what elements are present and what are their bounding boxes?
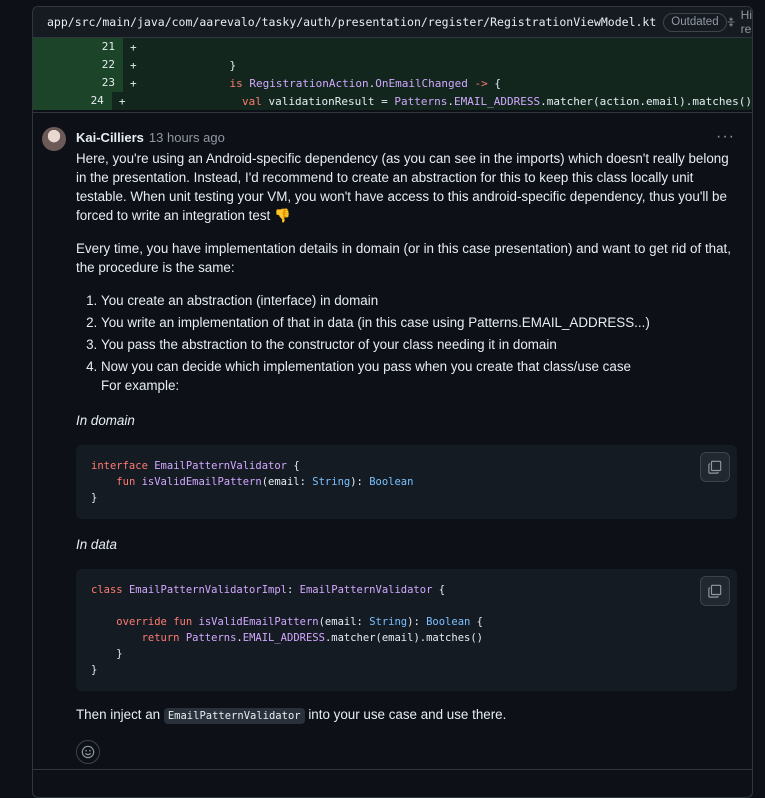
code-token: EmailPatternValidator — [299, 584, 433, 596]
comment-time[interactable]: 13 hours ago — [149, 130, 225, 145]
code-token: Boolean — [426, 616, 471, 628]
copy-icon — [708, 460, 722, 474]
comment-body: Here, you're using an Android-specific d… — [76, 149, 737, 764]
list-item: Now you can decide which implementation … — [101, 357, 737, 395]
code-token: override — [116, 616, 167, 628]
paragraph: Here, you're using an Android-specific d… — [76, 151, 729, 223]
diff-line: 23 + is RegistrationAction.OnEmailChange… — [33, 74, 752, 92]
code-token: } — [91, 664, 98, 676]
code-token: .matcher(email).matches() — [324, 632, 483, 644]
author-name[interactable]: Kai-Cilliers — [76, 130, 144, 145]
outdated-badge: Outdated — [663, 12, 727, 32]
diff-code: is RegistrationAction.OnEmailChanged -> … — [229, 76, 502, 90]
line-number[interactable]: 23 — [33, 74, 123, 92]
for-example-text: For example: — [101, 378, 180, 393]
steps-list: You create an abstraction (interface) in… — [76, 291, 737, 395]
in-domain-label: In domain — [76, 413, 135, 428]
code-token: ): — [407, 616, 427, 628]
hide-resolved-button[interactable]: Hide resolved — [727, 8, 753, 36]
code-token: String — [312, 476, 351, 488]
avatar[interactable] — [42, 127, 66, 151]
more-options-icon[interactable]: ··· — [716, 128, 735, 146]
diff-sign: + — [130, 76, 137, 90]
diff-sign: + — [130, 40, 137, 54]
code-token: class — [91, 584, 123, 596]
code-token: String — [369, 616, 408, 628]
review-thread: app/src/main/java/com/aarevalo/tasky/aut… — [32, 6, 753, 798]
code-token: interface — [91, 460, 148, 472]
code-block-data: class EmailPatternValidatorImpl: EmailPa… — [76, 569, 737, 691]
code-token: Patterns — [185, 632, 237, 644]
line-number[interactable]: 22 — [33, 56, 123, 74]
code-token: EmailPatternValidatorImpl — [128, 584, 287, 596]
diff-line: 24 + val validationResult = Patterns.EMA… — [33, 92, 752, 110]
hide-resolved-label: Hide resolved — [740, 8, 753, 36]
list-item: You pass the abstraction to the construc… — [101, 335, 737, 354]
smiley-icon — [81, 745, 95, 759]
code-token: return — [141, 632, 180, 644]
diff-code: val validationResult = Patterns.EMAIL_AD… — [242, 94, 752, 108]
code-token: } — [116, 648, 123, 660]
code-token: (email: — [318, 616, 370, 628]
fold-icon — [727, 17, 734, 27]
code-token: } — [91, 492, 98, 504]
code-token: isValidEmailPattern — [141, 476, 262, 488]
closing-text: Then inject an — [76, 707, 164, 722]
line-number[interactable]: 24 — [33, 92, 112, 110]
code-block-domain: interface EmailPatternValidator { fun is… — [76, 445, 737, 519]
file-path-link[interactable]: app/src/main/java/com/aarevalo/tasky/aut… — [47, 15, 656, 29]
code-token: Boolean — [369, 476, 414, 488]
list-item: You write an implementation of that in d… — [101, 313, 737, 332]
diff-line: 22 + } — [33, 56, 752, 74]
code-token: ): — [350, 476, 370, 488]
in-data-label: In data — [76, 537, 117, 552]
code-token: : — [286, 584, 300, 596]
code-token: (email: — [261, 476, 313, 488]
closing-paragraph: Then inject an EmailPatternValidator int… — [76, 705, 737, 726]
code-token: fun — [116, 476, 136, 488]
closing-text: into your use case and use there. — [304, 707, 507, 722]
copy-icon — [708, 584, 722, 598]
code-token: EmailPatternValidator — [154, 460, 287, 472]
list-item: You create an abstraction (interface) in… — [101, 291, 737, 310]
code-token: fun — [173, 616, 193, 628]
diff-hunk: 21 + 22 + } 23 + is RegistrationAction.O… — [33, 38, 752, 110]
review-comment: Kai-Cilliers 13 hours ago ··· Here, you'… — [33, 112, 752, 764]
code-token: { — [470, 616, 484, 628]
file-header: app/src/main/java/com/aarevalo/tasky/aut… — [33, 7, 752, 38]
diff-sign: + — [118, 94, 126, 108]
inline-code: EmailPatternValidator — [163, 708, 305, 724]
line-number[interactable]: 21 — [33, 38, 123, 56]
copy-button[interactable] — [700, 576, 730, 606]
code-token: { — [432, 584, 446, 596]
code-token: { — [287, 460, 300, 472]
paragraph: Every time, you have implementation deta… — [76, 241, 731, 275]
list-item-text: Now you can decide which implementation … — [101, 359, 631, 374]
add-reaction-button[interactable] — [76, 740, 100, 764]
diff-code: } — [150, 58, 237, 72]
divider — [33, 769, 752, 770]
copy-button[interactable] — [700, 452, 730, 482]
diff-sign: + — [130, 58, 137, 72]
code-token: EMAIL_ADDRESS — [242, 632, 325, 644]
diff-line: 21 + — [33, 38, 752, 56]
code-token: isValidEmailPattern — [198, 616, 319, 628]
